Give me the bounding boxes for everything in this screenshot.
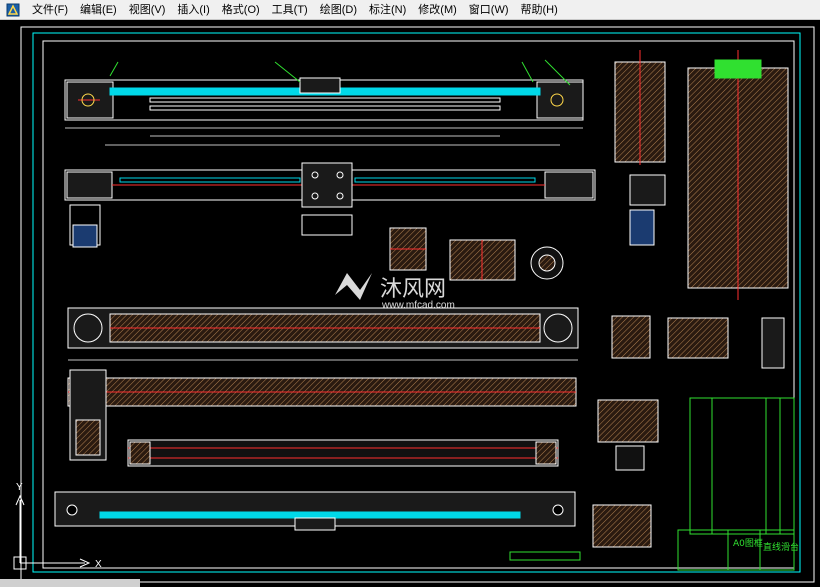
- watermark-brand: 沐风网: [380, 277, 446, 302]
- view-bottom-plate: [54, 491, 576, 531]
- menu-tools[interactable]: 工具(T): [266, 0, 314, 20]
- menu-window[interactable]: 窗口(W): [463, 0, 515, 20]
- ucs-y-label: Y: [16, 482, 23, 493]
- watermark-url: www.mfcad.com: [381, 300, 455, 311]
- mfcad-logo-icon: [335, 273, 372, 300]
- title-block-drawing-name: 直线滑台: [763, 541, 799, 553]
- menu-insert[interactable]: 插入(I): [171, 0, 215, 20]
- menu-view[interactable]: 视图(V): [123, 0, 172, 20]
- drawing-canvas[interactable]: A0图框 直线滑台 沐风网 www.mfcad.com Y X: [0, 20, 820, 587]
- menu-bar: 文件(F) 编辑(E) 视图(V) 插入(I) 格式(O) 工具(T) 绘图(D…: [0, 0, 820, 20]
- autocad-app-icon[interactable]: [6, 3, 20, 17]
- menu-file[interactable]: 文件(F): [26, 0, 74, 20]
- title-block-sheet-size: A0图框: [733, 537, 763, 549]
- section-details: [389, 227, 564, 281]
- layout-tabs-strip[interactable]: [0, 579, 140, 587]
- menu-draw[interactable]: 绘图(D): [314, 0, 363, 20]
- view-slide-top: [64, 162, 596, 248]
- menu-dimension[interactable]: 标注(N): [363, 0, 412, 20]
- view-slide-front: [64, 77, 584, 146]
- menu-format[interactable]: 格式(O): [216, 0, 266, 20]
- view-belt-section: [67, 307, 579, 361]
- menu-edit[interactable]: 编辑(E): [74, 0, 123, 20]
- parts-list-table: [689, 397, 795, 535]
- menu-help[interactable]: 帮助(H): [515, 0, 564, 20]
- menu-modify[interactable]: 修改(M): [412, 0, 463, 20]
- title-block: [509, 529, 795, 571]
- watermark: 沐风网 www.mfcad.com: [335, 273, 455, 311]
- view-rail: [127, 439, 559, 467]
- ucs-x-label: X: [95, 559, 102, 570]
